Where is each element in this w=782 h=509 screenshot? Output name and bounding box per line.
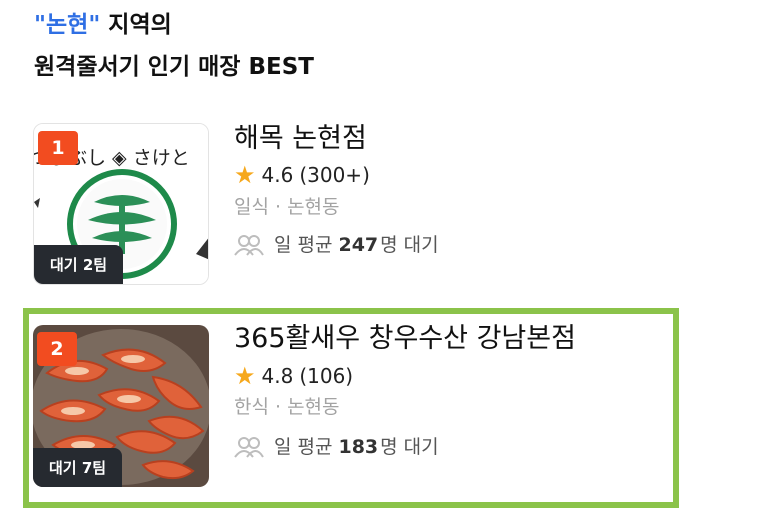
store-name[interactable]: 해목 논현점 [234,122,367,156]
store-category-location: 한식 · 논현동 [234,396,340,418]
daily-average-wait: 일 평균 247 명 대기 [234,232,439,258]
wait-badge: 대기 7팀 [33,448,123,487]
avg-suffix: 명 대기 [380,234,439,256]
store-rating: ★ 4.6 (300+) [234,162,370,188]
store-category-location: 일식 · 논현동 [234,196,340,218]
rating-score: 4.8 [261,364,294,388]
avg-count: 183 [338,436,379,458]
store-thumbnail[interactable]: つまぶし ◈ さけと 1 대기 2팀 [33,123,209,285]
store-card-1[interactable]: つまぶし ◈ さけと 1 대기 2팀 해목 논현점 ★ 4.6 (300+) 일… [0,112,782,285]
heading-region: "논현" [34,12,101,38]
avg-prefix: 일 평균 [274,234,333,256]
star-icon: ★ [234,161,256,189]
avg-count: 247 [338,234,379,256]
people-icon [234,437,264,458]
section-heading: "논현" 지역의 원격줄서기 인기 매장 BEST [34,10,314,82]
heading-region-line: "논현" 지역의 [34,10,314,40]
star-icon: ★ [234,362,256,390]
store-thumbnail[interactable]: 2 대기 7팀 [33,325,209,487]
heading-subtitle: 원격줄서기 인기 매장 BEST [34,54,314,80]
rating-score: 4.6 [261,163,294,187]
review-count: (106) [299,364,354,388]
daily-average-wait: 일 평균 183 명 대기 [234,434,439,460]
review-count: (300+) [299,163,370,187]
heading-region-suffix: 지역의 [100,12,172,38]
store-name[interactable]: 365활새우 창우수산 강남본점 [234,322,576,356]
rank-badge: 1 [38,131,78,165]
people-icon [234,235,264,256]
wait-badge: 대기 2팀 [34,245,124,284]
avg-suffix: 명 대기 [380,436,439,458]
rank-badge: 2 [37,332,77,366]
avg-prefix: 일 평균 [274,436,333,458]
store-rating: ★ 4.8 (106) [234,363,353,389]
store-card-2[interactable]: 2 대기 7팀 365활새우 창우수산 강남본점 ★ 4.8 (106) 한식 … [0,308,782,487]
